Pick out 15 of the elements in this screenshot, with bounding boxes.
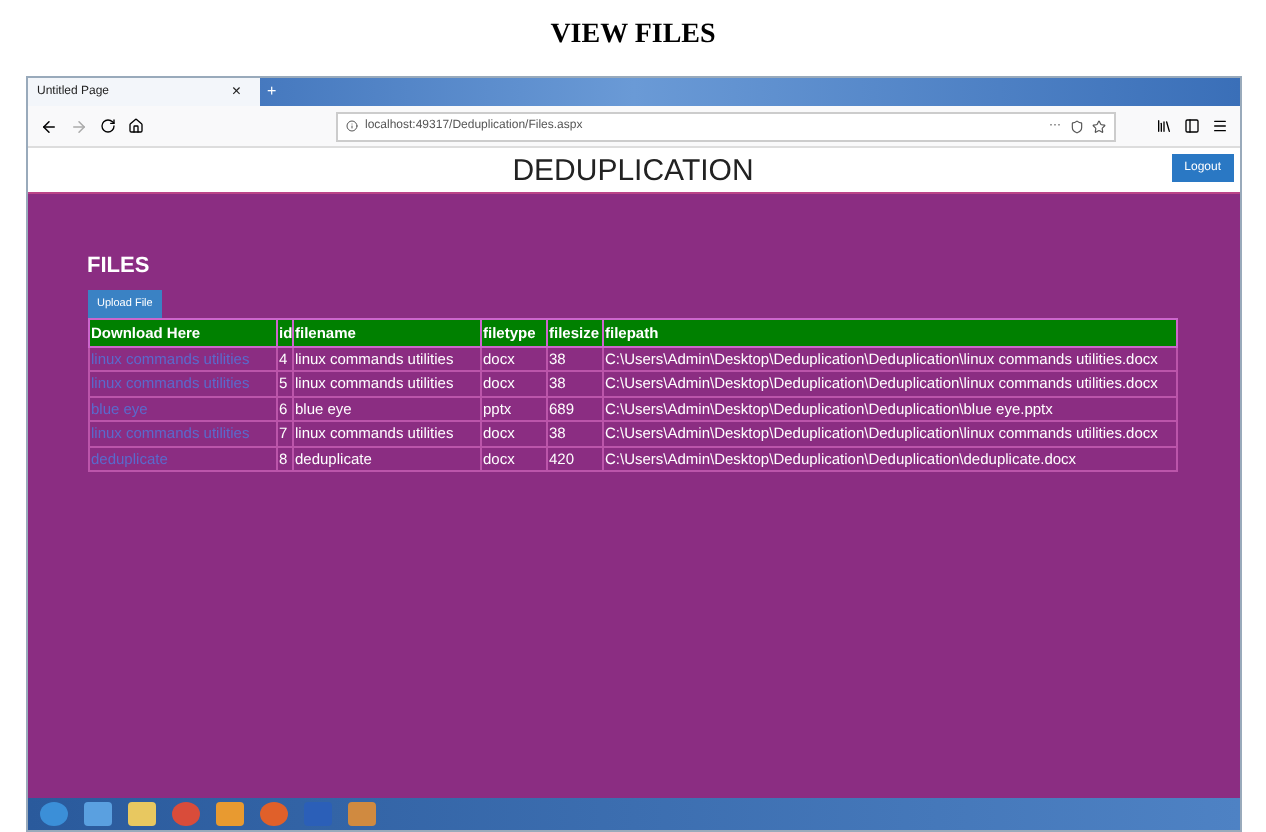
page-heading: VIEW FILES xyxy=(550,20,716,52)
reload-icon[interactable] xyxy=(99,118,115,134)
menu-icon[interactable] xyxy=(1211,118,1227,134)
info-icon[interactable] xyxy=(345,120,357,132)
site-title: DEDUPLICATION xyxy=(512,153,754,187)
home-icon[interactable] xyxy=(127,118,143,134)
close-tab-button[interactable]: × xyxy=(223,84,249,100)
shield-icon[interactable] xyxy=(1069,119,1083,133)
back-icon[interactable] xyxy=(39,117,57,135)
sidebar-icon[interactable] xyxy=(1183,118,1199,134)
library-icon[interactable] xyxy=(1155,118,1171,134)
section-title: FILES xyxy=(87,254,152,278)
forward-icon[interactable] xyxy=(69,117,87,135)
bookmark-icon[interactable] xyxy=(1091,119,1105,133)
new-tab-button[interactable]: + xyxy=(259,84,285,100)
